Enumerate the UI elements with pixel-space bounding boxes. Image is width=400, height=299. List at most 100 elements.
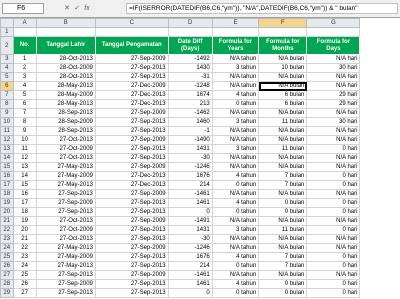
cell-years[interactable]: 4 tahun [211,90,260,100]
cell-tanggal-lahir[interactable]: 28-May-2009 [35,90,96,100]
cell-months[interactable]: N/A bulan [258,126,308,136]
cell-tanggal-pengamatan[interactable]: 27-Sep-2013 [94,261,169,271]
cell-months[interactable]: N/A bulan [258,135,308,145]
cell-tanggal-pengamatan[interactable]: 27-Dec-2009 [94,81,169,91]
cell-months[interactable]: 11 bulan [258,144,308,154]
cell-date-diff[interactable]: -1461 [167,189,213,199]
cell-no[interactable]: 15 [12,180,37,190]
cell-tanggal-pengamatan[interactable]: 27-Sep-2009 [94,108,169,118]
column-header-g[interactable]: G [306,18,361,28]
cell-days[interactable]: 0 hari [306,288,361,298]
row-header[interactable]: 21 [0,216,14,226]
cell-date-diff[interactable]: 0 [167,207,213,217]
cell-date-diff[interactable]: -1462 [167,108,213,118]
cell-months[interactable]: N/A bulan [258,162,308,172]
cell-years[interactable]: N/A tahun [211,135,260,145]
row-header[interactable]: 7 [0,90,14,100]
cancel-icon[interactable]: ✕ [62,4,72,14]
cell-tanggal-lahir[interactable]: 27-Sep-2013 [35,270,96,280]
cell-no[interactable]: 10 [12,135,37,145]
cell-no[interactable]: 21 [12,234,37,244]
cell-days[interactable]: 0 hari [306,198,361,208]
cell-tanggal-lahir[interactable]: 27-May-2013 [35,162,96,172]
cell-months[interactable]: N/A bulan [258,108,308,118]
cell-years[interactable]: 0 tahun [211,99,260,109]
row-header[interactable]: 10 [0,117,14,127]
cell-tanggal-lahir[interactable]: 27-Oct-2013 [35,135,96,145]
cell-tanggal-lahir[interactable]: 27-May-2009 [35,171,96,181]
cell-tanggal-lahir[interactable]: 27-Oct-2013 [35,216,96,226]
cell-days[interactable]: N/A hari [306,216,361,226]
cell-years[interactable]: 3 tahun [211,144,260,154]
cell-months[interactable]: N/A bulan [258,81,308,91]
cell-days[interactable]: 0 hari [306,171,361,181]
cell-date-diff[interactable]: 214 [167,261,213,271]
cell-years[interactable]: N/A tahun [211,153,260,163]
cell-tanggal-lahir[interactable]: 28-Oct-2009 [35,63,96,73]
cell-tanggal-pengamatan[interactable]: 27-Sep-2009 [94,135,169,145]
header-formula-months[interactable]: Formula for Months [258,36,308,55]
cell-date-diff[interactable]: -1491 [167,216,213,226]
cell-tanggal-pengamatan[interactable]: 27-Sep-2013 [94,153,169,163]
cell-no[interactable]: 27 [12,288,37,298]
cell-days[interactable]: 30 hari [306,117,361,127]
fx-icon[interactable]: fx [82,4,92,14]
cell-years[interactable]: 0 tahun [211,207,260,217]
cell-tanggal-pengamatan[interactable]: 27-Sep-2013 [94,234,169,244]
cell-months[interactable]: N/A bulan [258,72,308,82]
cell-days[interactable]: N/A hari [306,126,361,136]
header-date-diff[interactable]: Date Diff (Days) [167,36,213,55]
cell-tanggal-pengamatan[interactable]: 27-Sep-2013 [94,72,169,82]
row-header[interactable]: 2 [0,36,14,55]
cell-days[interactable]: N/A hari [306,234,361,244]
cell-date-diff[interactable]: 1430 [167,63,213,73]
cell-tanggal-pengamatan[interactable]: 27-Sep-2009 [94,189,169,199]
cell-months[interactable]: 0 bulan [258,279,308,289]
cell-no[interactable]: 16 [12,189,37,199]
cell-date-diff[interactable]: 1676 [167,171,213,181]
cell-tanggal-pengamatan[interactable]: 27-Sep-2013 [94,144,169,154]
cell-years[interactable]: 3 tahun [211,225,260,235]
row-header[interactable]: 23 [0,234,14,244]
enter-icon[interactable]: ✓ [72,4,82,14]
cell-days[interactable]: N/A hari [306,81,361,91]
cell-years[interactable]: 3 tahun [211,63,260,73]
cell-tanggal-lahir[interactable]: 28-Oct-2013 [35,54,96,64]
cell-months[interactable]: 0 bulan [258,198,308,208]
cell-days[interactable]: N/A hari [306,243,361,253]
cell-days[interactable]: N/A hari [306,108,361,118]
cell[interactable] [94,27,169,37]
cell-tanggal-pengamatan[interactable]: 27-Sep-2009 [94,243,169,253]
cell-months[interactable]: N/A bulan [258,243,308,253]
cell-years[interactable]: N/A tahun [211,108,260,118]
cell[interactable] [211,27,260,37]
cell-months[interactable]: 11 bulan [258,117,308,127]
cell-days[interactable]: 29 hari [306,90,361,100]
cell-tanggal-lahir[interactable]: 28-Sep-2009 [35,117,96,127]
cell-tanggal-pengamatan[interactable]: 27-Sep-2013 [94,288,169,298]
cell-tanggal-pengamatan[interactable]: 27-Dec-2013 [94,171,169,181]
cell-tanggal-pengamatan[interactable]: 27-Dec-2013 [94,99,169,109]
cell-tanggal-lahir[interactable]: 27-Sep-2013 [35,288,96,298]
cell-no[interactable]: 3 [12,72,37,82]
cell-no[interactable]: 7 [12,108,37,118]
cell-date-diff[interactable]: -1492 [167,54,213,64]
cell-date-diff[interactable]: -30 [167,153,213,163]
cell-no[interactable]: 5 [12,90,37,100]
header-tanggal-pengamatan[interactable]: Tanggal Pengamatan [94,36,169,55]
cell-no[interactable]: 4 [12,81,37,91]
cell-no[interactable]: 6 [12,99,37,109]
cell-tanggal-pengamatan[interactable]: 27-Sep-2013 [94,279,169,289]
cell-tanggal-lahir[interactable]: 27-Sep-2009 [35,279,96,289]
cell-days[interactable]: N/A hari [306,135,361,145]
cell-date-diff[interactable]: -1246 [167,243,213,253]
row-header[interactable]: 17 [0,180,14,190]
cell-no[interactable]: 24 [12,261,37,271]
cell-date-diff[interactable]: -1 [167,126,213,136]
cell-date-diff[interactable]: -1246 [167,162,213,172]
cell-tanggal-lahir[interactable]: 28-May-2013 [35,99,96,109]
cell[interactable] [306,27,361,37]
cell-no[interactable]: 9 [12,126,37,136]
header-formula-days[interactable]: Formula for Days [306,36,361,55]
row-header[interactable]: 27 [0,270,14,280]
